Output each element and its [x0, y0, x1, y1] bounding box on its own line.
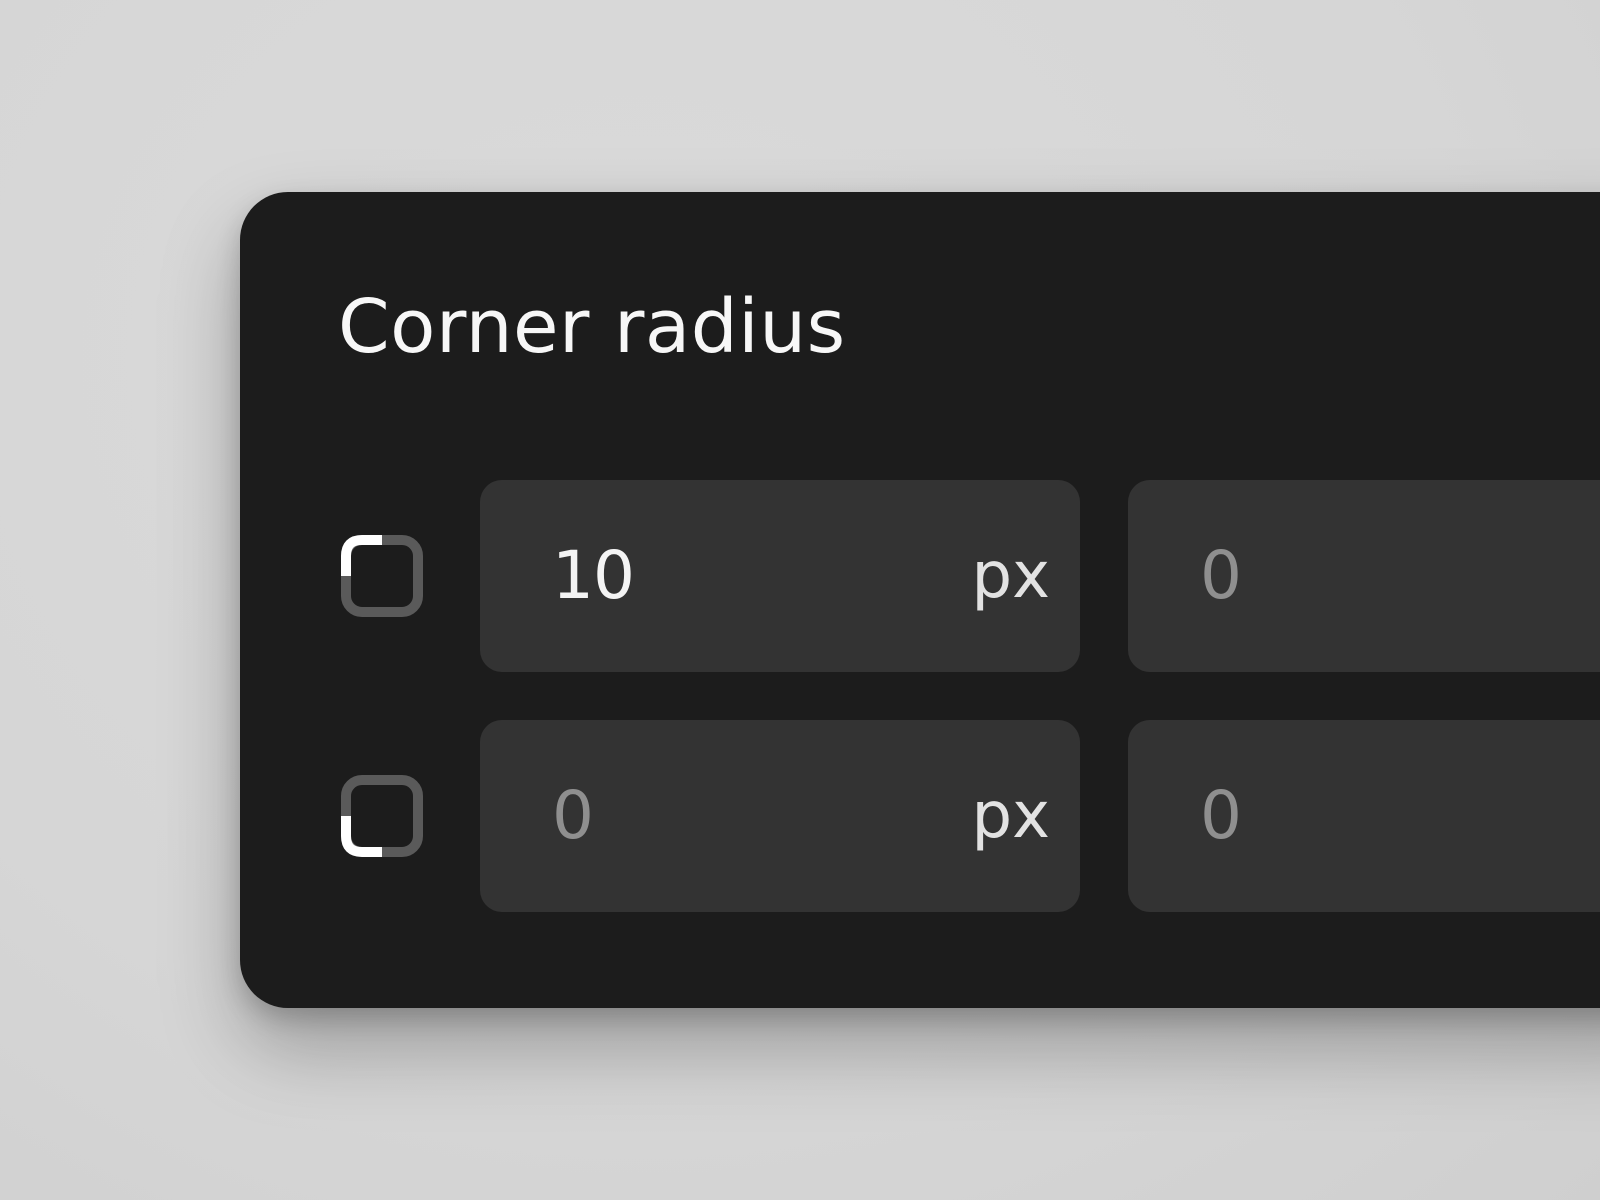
top-left-radius-unit: px: [971, 539, 1051, 613]
top-left-radius-value: 10: [552, 537, 635, 614]
top-left-radius-field[interactable]: 10 px: [480, 480, 1080, 672]
bottom-left-radius-value: 0: [552, 777, 594, 854]
corner-top-left-icon[interactable]: [340, 534, 424, 618]
corner-bottom-left-icon[interactable]: [340, 774, 424, 858]
top-corners-row: 10 px 0: [240, 480, 1600, 672]
panel-title: Corner radius: [338, 284, 846, 370]
top-right-radius-field[interactable]: 0: [1128, 480, 1600, 672]
bottom-right-radius-field[interactable]: 0: [1128, 720, 1600, 912]
bottom-left-radius-unit: px: [971, 779, 1051, 853]
canvas-background: Corner radius 10 px 0 0 px 0: [0, 0, 1600, 1200]
link-icon[interactable]: [1590, 290, 1600, 360]
bottom-left-radius-field[interactable]: 0 px: [480, 720, 1080, 912]
bottom-corners-row: 0 px 0: [240, 720, 1600, 912]
bottom-right-radius-value: 0: [1200, 777, 1242, 854]
top-right-radius-value: 0: [1200, 537, 1242, 614]
corner-radius-panel: Corner radius 10 px 0 0 px 0: [240, 192, 1600, 1008]
